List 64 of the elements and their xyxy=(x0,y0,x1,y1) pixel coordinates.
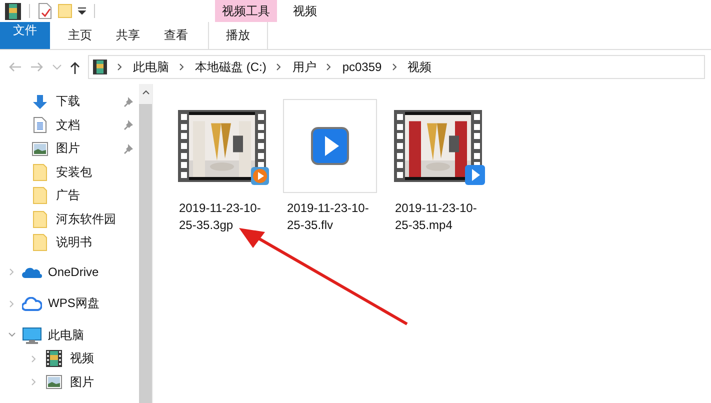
window-title: 视频 xyxy=(293,2,317,20)
folder-icon xyxy=(33,210,47,228)
nav-item[interactable]: 图片 xyxy=(56,140,117,158)
nav-item[interactable]: 河东软件园 xyxy=(56,210,139,228)
breadcrumb[interactable]: pc0359 xyxy=(342,60,382,74)
media-player-icon xyxy=(250,166,270,186)
chevron-right-icon[interactable] xyxy=(326,63,332,71)
nav-item[interactable]: 此电脑 xyxy=(48,326,139,344)
chevron-right-icon[interactable] xyxy=(276,63,282,71)
back-icon[interactable] xyxy=(8,62,22,72)
breadcrumb[interactable]: 此电脑 xyxy=(133,58,169,76)
nav-item[interactable]: 图片 xyxy=(70,374,139,391)
nav-item[interactable]: 文档 xyxy=(56,116,117,134)
pin-icon[interactable] xyxy=(123,144,133,154)
file-tab[interactable]: 文件 xyxy=(0,22,50,49)
nav-item[interactable]: 安装包 xyxy=(56,164,139,181)
nav-item[interactable]: OneDrive xyxy=(48,265,139,280)
breadcrumb[interactable]: 视频 xyxy=(408,58,432,76)
file-name[interactable]: 2019-11-23-10-25-35.mp4 xyxy=(395,200,481,234)
download-icon xyxy=(32,94,48,110)
collapsed-chevron-icon[interactable] xyxy=(8,300,16,308)
pin-icon[interactable] xyxy=(123,96,133,107)
image-icon xyxy=(32,142,48,156)
pin-icon[interactable] xyxy=(123,120,133,130)
chevron-down-icon[interactable] xyxy=(52,63,62,71)
document-icon xyxy=(33,117,47,134)
collapsed-chevron-icon[interactable] xyxy=(30,378,38,386)
nav-item[interactable]: WPS网盘 xyxy=(48,295,139,312)
scroll-up-icon[interactable] xyxy=(142,89,150,95)
film-icon xyxy=(46,350,62,368)
collapsed-chevron-icon[interactable] xyxy=(8,268,16,276)
chevron-right-icon[interactable] xyxy=(179,63,185,71)
nav-item[interactable]: 视频 xyxy=(70,350,139,368)
collapsed-chevron-icon[interactable] xyxy=(30,354,38,363)
file-name[interactable]: 2019-11-23-10-25-35.flv xyxy=(287,200,373,234)
folder-icon xyxy=(33,234,47,252)
breadcrumb[interactable]: 用户 xyxy=(292,58,316,76)
film-icon xyxy=(93,59,107,75)
nav-item[interactable]: 说明书 xyxy=(56,234,139,252)
ribbon-tab[interactable]: 查看 xyxy=(152,22,200,49)
folder-icon xyxy=(33,187,47,204)
breadcrumb[interactable]: 本地磁盘 (C:) xyxy=(195,58,266,76)
chevron-right-icon[interactable] xyxy=(117,63,123,71)
file-name[interactable]: 2019-11-23-10-25-35.3gp xyxy=(179,200,265,234)
chevron-right-icon[interactable] xyxy=(392,63,398,71)
nav-item[interactable]: 下载 xyxy=(56,93,117,110)
forward-icon[interactable] xyxy=(30,62,44,72)
properties-icon[interactable] xyxy=(38,3,52,19)
cloud-icon xyxy=(22,266,42,278)
computer-icon xyxy=(22,326,42,344)
address-bar[interactable]: 此电脑 本地磁盘 (C:) 用户 pc0359 视频 xyxy=(88,55,705,79)
folder-icon xyxy=(33,164,47,181)
film-icon xyxy=(5,2,21,20)
play-icon xyxy=(311,127,349,165)
cloud-icon xyxy=(22,296,42,311)
dropdown-icon[interactable] xyxy=(78,7,86,15)
play-icon xyxy=(464,164,486,186)
context-tab-group: 视频工具 xyxy=(215,0,277,22)
expanded-chevron-icon[interactable] xyxy=(8,331,16,340)
up-icon[interactable] xyxy=(70,60,80,74)
nav-item[interactable]: 广告 xyxy=(56,187,139,204)
image-icon xyxy=(46,375,62,390)
ribbon-tab[interactable]: 共享 xyxy=(104,22,152,49)
ribbon-tab[interactable]: 主页 xyxy=(56,22,104,49)
